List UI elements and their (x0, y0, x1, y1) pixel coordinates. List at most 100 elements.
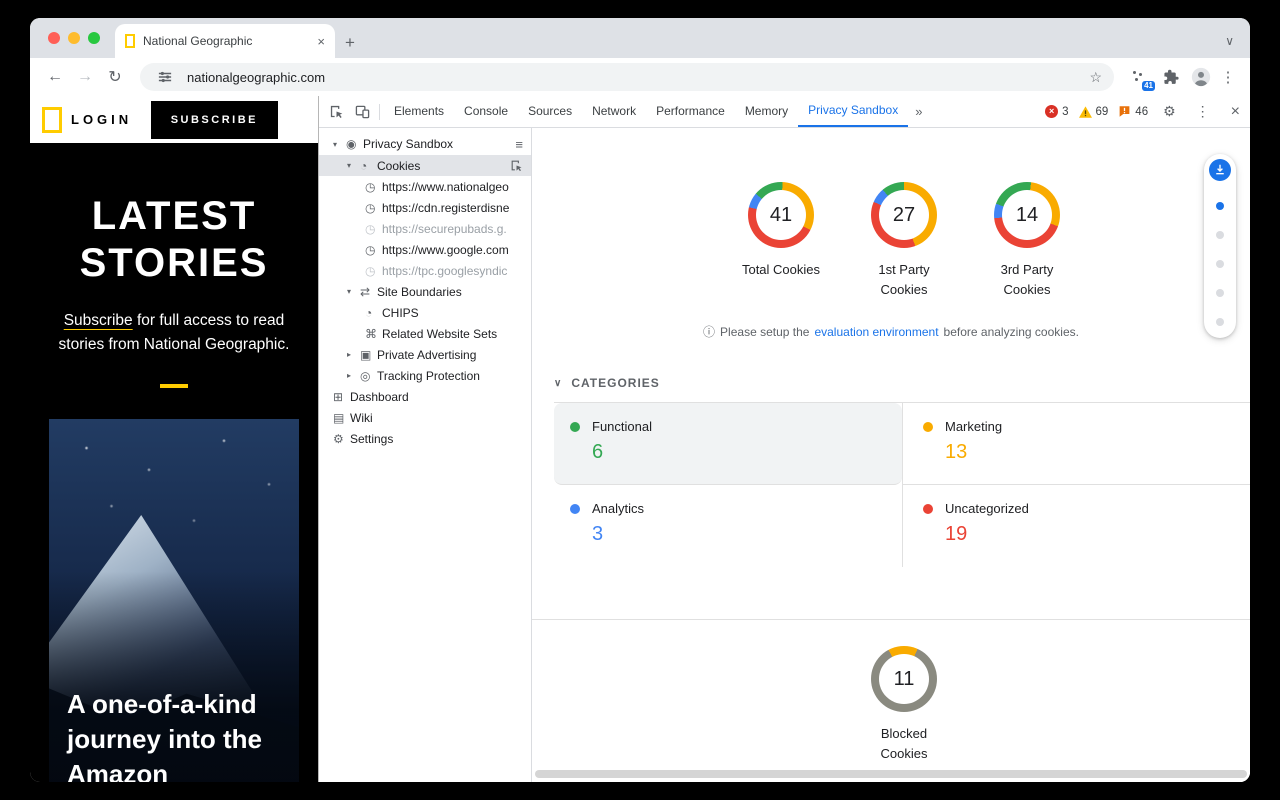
clock-icon: ◷ (365, 222, 382, 236)
site-info-icon[interactable] (152, 70, 178, 84)
section-dot[interactable] (1216, 231, 1224, 239)
tree-item-site-boundaries[interactable]: ▾ ⇄ Site Boundaries (319, 281, 531, 302)
device-toolbar-icon[interactable] (349, 104, 375, 119)
issues-badge[interactable]: 46 (1118, 105, 1148, 118)
tree-item-settings[interactable]: ⚙ Settings (319, 428, 531, 449)
tab-elements[interactable]: Elements (384, 96, 454, 127)
tree-item-label: CHIPS (382, 306, 419, 320)
tree-item-chips[interactable]: ◔ CHIPS (319, 302, 531, 323)
more-tabs-icon[interactable]: » (908, 104, 929, 119)
natgeo-header: LOGIN SUBSCRIBE (30, 96, 318, 143)
minimize-window-button[interactable] (68, 32, 80, 44)
subscribe-button[interactable]: SUBSCRIBE (151, 101, 278, 139)
back-button[interactable]: ← (42, 68, 68, 86)
category-name: Analytics (592, 501, 644, 516)
download-report-button[interactable] (1209, 159, 1231, 181)
tree-item-dashboard[interactable]: ⊞ Dashboard (319, 386, 531, 407)
donut-label: 1st Party Cookies (859, 260, 949, 299)
bookmark-star-icon[interactable]: ☆ (1089, 69, 1102, 86)
extensions-puzzle-icon[interactable] (1158, 69, 1184, 86)
chevron-down-icon[interactable]: ▾ (347, 287, 360, 296)
chevron-right-icon[interactable]: ▸ (347, 350, 360, 359)
category-dot (570, 422, 580, 432)
reload-button[interactable]: ↻ (102, 67, 128, 87)
titlebar: National Geographic × + ∨ (30, 18, 1250, 58)
clock-icon: ◷ (365, 243, 382, 257)
maximize-window-button[interactable] (88, 32, 100, 44)
section-dot[interactable] (1216, 289, 1224, 297)
category-count: 6 (592, 441, 886, 464)
devtools-settings-icon[interactable]: ⚙ (1158, 103, 1181, 120)
tree-item-url[interactable]: ◷ https://www.google.com (319, 239, 531, 260)
tree-item-url[interactable]: ◷ https://cdn.registerdisne (319, 197, 531, 218)
tree-item-label: Tracking Protection (377, 369, 480, 383)
section-dot[interactable] (1216, 202, 1224, 210)
tree-item-private-advertising[interactable]: ▸ ▣ Private Advertising (319, 344, 531, 365)
headline-line1: LATEST (30, 193, 318, 240)
category-functional[interactable]: Functional 6 (554, 403, 902, 485)
tab-performance[interactable]: Performance (646, 96, 735, 127)
yellow-divider (160, 384, 188, 388)
category-count: 19 (945, 523, 1234, 546)
hero-story-image[interactable]: A one-of-a-kind journey into the Amazon (49, 419, 299, 782)
tree-item-url[interactable]: ◷ https://www.nationalgeo (319, 176, 531, 197)
login-button[interactable]: LOGIN (71, 112, 132, 127)
tab-close-icon[interactable]: × (317, 35, 325, 48)
url-text[interactable]: nationalgeographic.com (187, 70, 1080, 85)
tree-item-url[interactable]: ◷ https://tpc.googlesyndic (319, 260, 531, 281)
collapse-panel-icon[interactable]: ≡ (515, 137, 523, 152)
section-dot[interactable] (1216, 260, 1224, 268)
horizontal-scrollbar[interactable] (535, 770, 1247, 778)
category-analytics[interactable]: Analytics 3 (554, 485, 902, 567)
categories-grid: Functional 6 Marketing 13 (554, 402, 1250, 567)
chevron-right-icon[interactable]: ▸ (347, 371, 360, 380)
tab-privacy-sandbox[interactable]: Privacy Sandbox (798, 96, 908, 127)
tree-item-related-website-sets[interactable]: ⌘ Related Website Sets (319, 323, 531, 344)
tab-memory[interactable]: Memory (735, 96, 798, 127)
browser-menu-icon[interactable]: ⋮ (1218, 68, 1238, 86)
category-uncategorized[interactable]: Uncategorized 19 (902, 485, 1250, 567)
categories-section-header[interactable]: ∨ CATEGORIES (554, 376, 1250, 390)
tab-console[interactable]: Console (454, 96, 518, 127)
devtools-close-icon[interactable]: × (1225, 103, 1244, 121)
promo-text: Subscribe for full access to read storie… (30, 309, 318, 357)
warning-badge[interactable]: 69 (1079, 106, 1109, 118)
error-icon: × (1045, 105, 1058, 118)
tree-root-privacy-sandbox[interactable]: ▾ ◉ Privacy Sandbox ≡ (319, 133, 531, 155)
error-count: 3 (1062, 106, 1068, 118)
new-tab-button[interactable]: + (345, 34, 355, 51)
browser-tab[interactable]: National Geographic × (115, 24, 335, 58)
profile-avatar[interactable] (1188, 67, 1214, 87)
section-dot[interactable] (1216, 318, 1224, 326)
related-website-sets-icon: ⌘ (365, 327, 382, 341)
clock-icon: ◷ (365, 201, 382, 215)
gear-icon: ⚙ (333, 432, 350, 446)
evaluation-environment-link[interactable]: evaluation environment (814, 325, 938, 339)
close-window-button[interactable] (48, 32, 60, 44)
natgeo-logo-icon[interactable] (42, 107, 62, 133)
total-cookies-chart: 41 Total Cookies (736, 182, 826, 299)
forward-button[interactable]: → (72, 68, 98, 86)
tab-sources[interactable]: Sources (518, 96, 582, 127)
chevron-down-icon[interactable]: ∨ (554, 378, 562, 389)
warning-icon (1079, 106, 1092, 118)
chevron-down-icon[interactable]: ▾ (347, 161, 360, 170)
tree-item-cookies[interactable]: ▾ ◔ Cookies (319, 155, 531, 176)
category-marketing[interactable]: Marketing 13 (902, 403, 1250, 485)
error-badge[interactable]: × 3 (1045, 105, 1068, 118)
tree-item-wiki[interactable]: ▤ Wiki (319, 407, 531, 428)
chevron-down-icon[interactable]: ▾ (333, 140, 346, 149)
scrollbar-thumb[interactable] (535, 770, 1247, 778)
inspect-cursor-icon[interactable] (510, 159, 523, 172)
tab-network[interactable]: Network (582, 96, 646, 127)
inspect-element-icon[interactable] (323, 104, 349, 119)
cookie-extension-button[interactable]: 41 (1130, 67, 1150, 87)
tree-item-label: Cookies (377, 159, 420, 173)
address-bar[interactable]: nationalgeographic.com ☆ (140, 63, 1114, 91)
subscribe-link[interactable]: Subscribe (64, 312, 133, 329)
tree-item-url[interactable]: ◷ https://securepubads.g. (319, 218, 531, 239)
hero-title[interactable]: A one-of-a-kind journey into the Amazon (67, 687, 281, 782)
devtools-menu-icon[interactable]: ⋮ (1191, 103, 1215, 120)
tab-strip-chevron-icon[interactable]: ∨ (1225, 34, 1234, 48)
tree-item-tracking-protection[interactable]: ▸ ◎ Tracking Protection (319, 365, 531, 386)
